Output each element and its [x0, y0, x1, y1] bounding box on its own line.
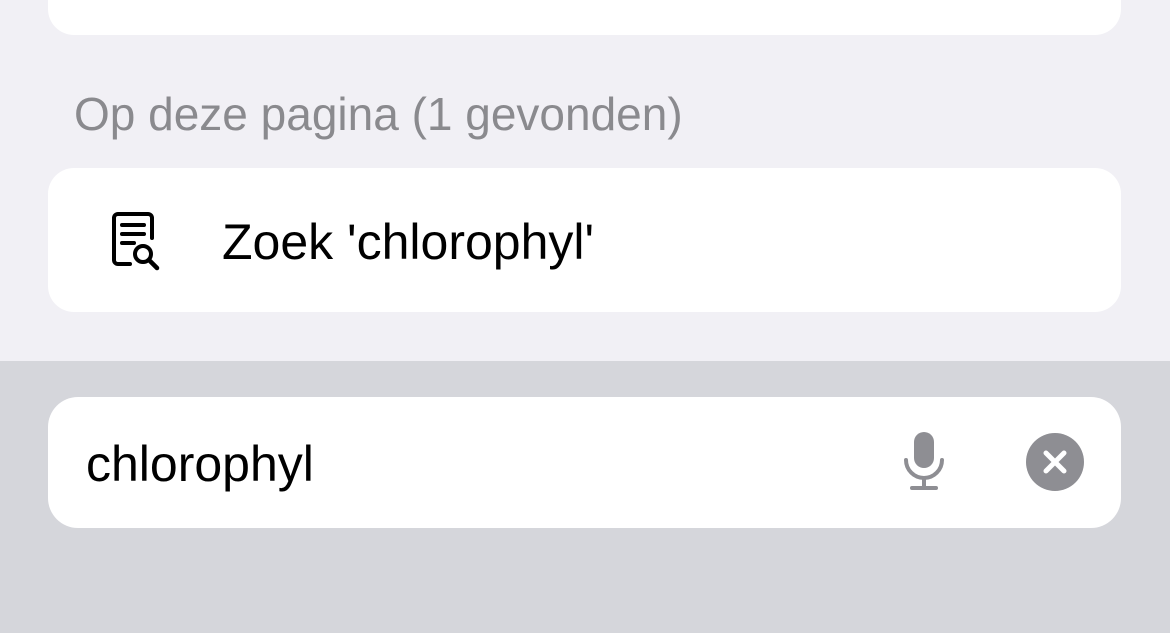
previous-result-card[interactable]: [48, 0, 1121, 35]
clear-circle-x-icon: [1043, 450, 1067, 474]
clear-search-button[interactable]: [1026, 433, 1084, 491]
find-on-page-label: Zoek 'chlorophyl': [222, 214, 595, 270]
document-search-icon: [112, 212, 160, 271]
search-results-panel: Op deze pagina (1 gevonden) Zoek 'chloro…: [0, 0, 1170, 361]
on-this-page-header: Op deze pagina (1 gevonden): [74, 88, 683, 140]
microphone-icon[interactable]: [900, 430, 948, 494]
search-input-value[interactable]: chlorophyl: [86, 434, 314, 494]
